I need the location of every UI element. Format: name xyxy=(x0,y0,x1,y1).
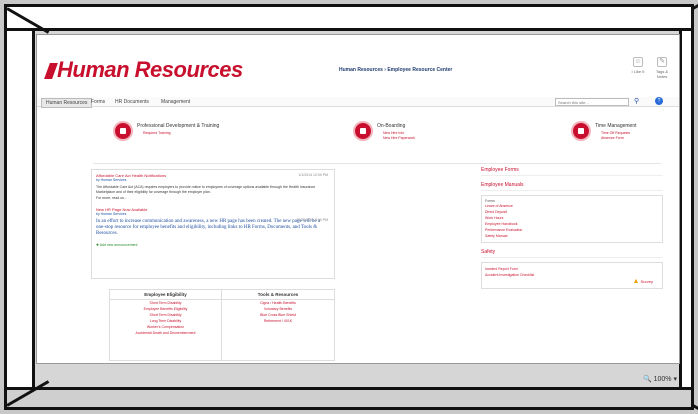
help-icon[interactable]: ? xyxy=(655,97,663,105)
announcement-date: 1/1/2014 12:00 PM xyxy=(298,173,328,177)
tags-label: Tags & Notes xyxy=(655,69,669,79)
search-icon[interactable]: ⚲ xyxy=(634,97,639,105)
like-button[interactable]: ☺ I Like It xyxy=(627,57,649,74)
page-header: Human Resources Human Resources › Employ… xyxy=(37,35,679,87)
safety-heading[interactable]: Safety xyxy=(481,247,663,258)
onboarding-icon xyxy=(353,121,373,141)
forms-heading[interactable]: Employee Forms xyxy=(481,165,663,176)
survey-link[interactable]: ▲ Survey xyxy=(485,278,659,285)
add-announcement-link[interactable]: ✚ Add new announcement xyxy=(96,243,330,247)
announcement-date: 12/23/2013 3:00 PM xyxy=(296,218,328,222)
manuals-list: Forms Leave of Absence Direct Deposit Wo… xyxy=(481,195,663,243)
tab-human-resources[interactable]: Human Resources xyxy=(41,98,93,108)
manual-link[interactable]: Safety Manual xyxy=(485,233,659,239)
quicklink-link[interactable]: Required Training xyxy=(143,131,171,135)
column-header: Employee Eligibility xyxy=(110,290,221,300)
training-icon xyxy=(113,121,133,141)
quicklink-time-management[interactable]: Time Management Time Off Requests Absenc… xyxy=(571,119,675,153)
quicklink-link[interactable]: Time Off Requests xyxy=(601,131,630,135)
quicklink-title: Professional Development & Training xyxy=(137,123,220,129)
eligibility-table: Employee Eligibility Short Term Disabili… xyxy=(109,289,335,361)
frame-top-bar xyxy=(7,7,691,31)
breadcrumb[interactable]: Human Resources › Employee Resource Cent… xyxy=(339,67,452,73)
logo-text: Human Resources xyxy=(57,57,243,82)
resource-link[interactable]: Retirement / 401K xyxy=(222,318,334,324)
right-panel: Employee Forms Employee Manuals Forms Le… xyxy=(481,165,663,293)
site-logo[interactable]: Human Resources xyxy=(44,57,243,83)
tab-management[interactable]: Management xyxy=(157,98,194,106)
resources-column: Tools & Resources Cigna / Health Benefit… xyxy=(222,290,334,324)
like-label: I Like It xyxy=(631,69,645,74)
section-divider xyxy=(93,163,661,164)
thumbs-up-icon: ☺ xyxy=(633,57,643,67)
announcements-panel: Affordable Care Act Health Notifications… xyxy=(91,169,335,279)
announcement-author: by Human Services xyxy=(96,178,127,182)
read-more-link[interactable]: For more, read on... xyxy=(96,196,330,201)
frame-right-border xyxy=(679,31,691,387)
announcement-author: by Human Services xyxy=(96,211,127,216)
tags-notes-button[interactable]: ✎ Tags & Notes xyxy=(651,57,673,79)
quicklink-onboarding[interactable]: On-Boarding New Hire Info New Hire Paper… xyxy=(353,119,453,153)
tab-hr-documents[interactable]: HR Documents xyxy=(111,98,153,106)
eligibility-column: Employee Eligibility Short Term Disabili… xyxy=(110,290,222,360)
safety-list: Incident Report Form Accident Investigat… xyxy=(481,262,663,289)
quicklink-title: On-Boarding xyxy=(377,123,406,129)
sharepoint-page: Human Resources Human Resources › Employ… xyxy=(36,34,680,364)
frame-corner-line xyxy=(692,0,698,10)
frame-left-border xyxy=(7,31,35,387)
tag-icon: ✎ xyxy=(657,57,667,67)
quicklink-title: Time Management xyxy=(595,123,637,129)
add-announcement-label: Add new announcement xyxy=(99,242,138,247)
clock-icon xyxy=(571,121,591,141)
top-nav: Human Resources Forms HR Documents Manag… xyxy=(37,97,679,108)
quicklink-link[interactable]: New Hire Paperwork xyxy=(383,136,415,140)
frame-bottom-bar xyxy=(7,387,691,407)
search-input[interactable] xyxy=(555,98,629,106)
frame-corner-line xyxy=(692,404,698,414)
announcement-body: The Affordable Care Act (ACA) requires e… xyxy=(96,185,316,194)
quicklink-link[interactable]: Absence Form xyxy=(601,136,624,140)
quicklink-link[interactable]: New Hire Info xyxy=(383,131,404,135)
announcement-body: In an effort to increase communication a… xyxy=(96,218,321,236)
warning-icon: ▲ xyxy=(632,278,640,285)
survey-label: Survey xyxy=(640,279,653,284)
logo-mark-icon xyxy=(44,63,58,79)
tab-forms[interactable]: Forms xyxy=(87,98,109,106)
zoom-level[interactable]: 🔍 100% ▾ xyxy=(643,375,677,383)
column-header: Tools & Resources xyxy=(222,290,334,300)
eligibility-link[interactable]: Accidental Death and Dismemberment xyxy=(110,330,221,336)
quicklink-professional-development[interactable]: Professional Development & Training Requ… xyxy=(113,119,313,153)
zoom-value: 100% xyxy=(653,376,672,383)
manuals-heading[interactable]: Employee Manuals xyxy=(481,180,663,191)
